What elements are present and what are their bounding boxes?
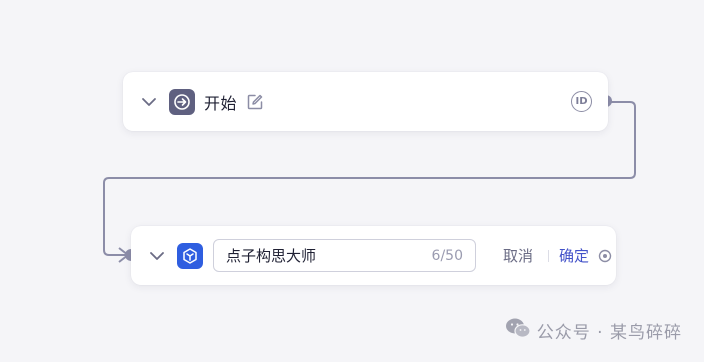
workflow-canvas: 开始 ID 6/50 取消 确定 [0,0,704,362]
watermark-text: 公众号 · 某鸟碎碎 [536,323,682,343]
confirm-button[interactable]: 确定 [559,245,589,266]
edge-connector [103,95,636,263]
start-node[interactable]: 开始 ID [123,72,608,131]
divider [548,249,550,262]
edit-icon[interactable] [245,92,265,112]
cube-icon [177,242,203,269]
node-name-input[interactable] [226,246,416,265]
id-badge-icon[interactable]: ID [571,91,592,112]
llm-node[interactable]: 6/50 取消 确定 [131,226,616,285]
start-arrow-icon [169,88,195,115]
wechat-icon [505,317,531,344]
target-icon[interactable] [597,248,613,264]
char-count: 6/50 [431,247,463,264]
node-name-field[interactable]: 6/50 [213,239,476,272]
cancel-button[interactable]: 取消 [503,245,533,266]
chevron-down-icon[interactable] [139,92,159,112]
chevron-down-icon[interactable] [147,246,167,266]
node-title: 开始 [204,93,238,113]
watermark: 公众号 · 某鸟碎碎 [505,317,682,344]
